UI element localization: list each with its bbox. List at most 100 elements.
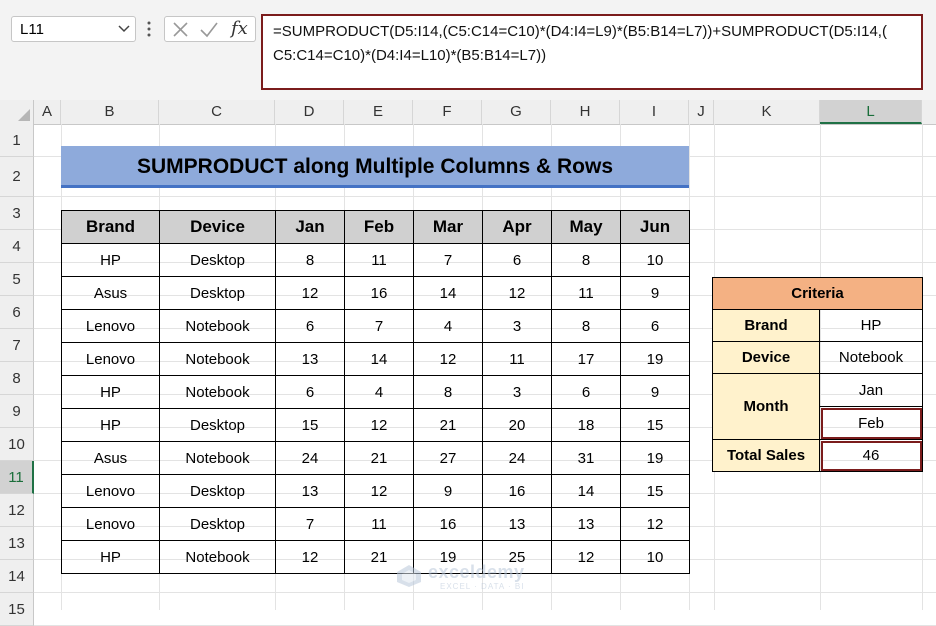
table-cell-mar[interactable]: 21 (413, 408, 483, 442)
table-cell-feb[interactable]: 11 (344, 507, 414, 541)
table-cell-brand[interactable]: HP (61, 540, 160, 574)
table-cell-jun[interactable]: 10 (620, 540, 690, 574)
table-cell-brand[interactable]: Lenovo (61, 342, 160, 376)
table-cell-mar[interactable]: 7 (413, 243, 483, 277)
table-cell-jun[interactable]: 15 (620, 408, 690, 442)
criteria-header[interactable]: Criteria (712, 277, 923, 310)
select-all-corner[interactable] (0, 100, 34, 124)
table-cell-feb[interactable]: 4 (344, 375, 414, 409)
table-cell-jan[interactable]: 15 (275, 408, 345, 442)
table-cell-device[interactable]: Notebook (159, 441, 276, 475)
brand-label[interactable]: Brand (712, 309, 820, 342)
worksheet-grid[interactable]: ABCDEFGHIJKL 1 2 3 4 5 6 7 8 9 10 11 12 13 14 15 SUMPR… (0, 100, 936, 626)
device-label[interactable]: Device (712, 341, 820, 374)
table-cell-jan[interactable]: 13 (275, 342, 345, 376)
table-cell-jan[interactable]: 7 (275, 507, 345, 541)
table-cell-brand[interactable]: HP (61, 408, 160, 442)
total-sales-label[interactable]: Total Sales (712, 439, 820, 472)
table-cell-mar[interactable]: 14 (413, 276, 483, 310)
table-cell-jan[interactable]: 24 (275, 441, 345, 475)
table-cell-device[interactable]: Desktop (159, 243, 276, 277)
name-box[interactable]: L11 (11, 16, 136, 42)
table-cell-mar[interactable]: 9 (413, 474, 483, 508)
table-cell-mar[interactable]: 27 (413, 441, 483, 475)
table-cell-jun[interactable]: 15 (620, 474, 690, 508)
formula-input[interactable]: =SUMPRODUCT(D5:I14,(C5:C14=C10)*(D4:I4=L… (261, 14, 923, 90)
table-cell-brand[interactable]: HP (61, 375, 160, 409)
month-value-1[interactable]: Jan (819, 373, 923, 407)
table-cell-may[interactable]: 17 (551, 342, 621, 376)
header-brand[interactable]: Brand (61, 210, 160, 244)
table-cell-mar[interactable]: 12 (413, 342, 483, 376)
table-cell-apr[interactable]: 13 (482, 507, 552, 541)
table-cell-brand[interactable]: Lenovo (61, 507, 160, 541)
column-header-c[interactable]: C (159, 100, 275, 124)
table-cell-feb[interactable]: 16 (344, 276, 414, 310)
column-header-h[interactable]: H (551, 100, 620, 124)
row-header-12[interactable]: 12 (0, 494, 34, 527)
table-cell-jun[interactable]: 19 (620, 441, 690, 475)
table-cell-device[interactable]: Notebook (159, 375, 276, 409)
table-cell-apr[interactable]: 20 (482, 408, 552, 442)
table-cell-jun[interactable]: 10 (620, 243, 690, 277)
table-cell-may[interactable]: 6 (551, 375, 621, 409)
column-header-g[interactable]: G (482, 100, 551, 124)
column-header-e[interactable]: E (344, 100, 413, 124)
column-header-b[interactable]: B (61, 100, 159, 124)
table-cell-apr[interactable]: 16 (482, 474, 552, 508)
brand-value[interactable]: HP (819, 309, 923, 342)
table-cell-feb[interactable]: 14 (344, 342, 414, 376)
table-cell-jan[interactable]: 13 (275, 474, 345, 508)
month-value-2[interactable]: Feb (819, 406, 923, 440)
row-header-5[interactable]: 5 (0, 263, 34, 296)
column-header-d[interactable]: D (275, 100, 344, 124)
table-cell-jan[interactable]: 12 (275, 276, 345, 310)
row-header-8[interactable]: 8 (0, 362, 34, 395)
table-cell-device[interactable]: Desktop (159, 276, 276, 310)
header-jan[interactable]: Jan (275, 210, 345, 244)
table-cell-device[interactable]: Notebook (159, 309, 276, 343)
table-cell-apr[interactable]: 6 (482, 243, 552, 277)
table-cell-may[interactable]: 12 (551, 540, 621, 574)
table-cell-may[interactable]: 13 (551, 507, 621, 541)
table-cell-brand[interactable]: Lenovo (61, 309, 160, 343)
table-cell-jan[interactable]: 6 (275, 375, 345, 409)
insert-function-button[interactable]: fx (231, 18, 248, 39)
table-cell-feb[interactable]: 12 (344, 474, 414, 508)
device-value[interactable]: Notebook (819, 341, 923, 374)
column-header-l[interactable]: L (820, 100, 922, 124)
table-cell-mar[interactable]: 8 (413, 375, 483, 409)
table-cell-jan[interactable]: 12 (275, 540, 345, 574)
table-cell-feb[interactable]: 12 (344, 408, 414, 442)
table-cell-apr[interactable]: 11 (482, 342, 552, 376)
column-header-i[interactable]: I (620, 100, 689, 124)
table-cell-apr[interactable]: 12 (482, 276, 552, 310)
table-cell-jun[interactable]: 19 (620, 342, 690, 376)
total-sales-value[interactable]: 46 (819, 439, 923, 472)
table-cell-brand[interactable]: Asus (61, 276, 160, 310)
header-feb[interactable]: Feb (344, 210, 414, 244)
table-cell-mar[interactable]: 4 (413, 309, 483, 343)
header-may[interactable]: May (551, 210, 621, 244)
table-cell-device[interactable]: Desktop (159, 408, 276, 442)
table-cell-brand[interactable]: Asus (61, 441, 160, 475)
table-cell-feb[interactable]: 21 (344, 441, 414, 475)
row-header-1[interactable]: 1 (0, 124, 34, 157)
table-cell-jun[interactable]: 6 (620, 309, 690, 343)
table-cell-may[interactable]: 14 (551, 474, 621, 508)
row-header-9[interactable]: 9 (0, 395, 34, 428)
enter-check-icon[interactable] (199, 21, 219, 39)
row-header-13[interactable]: 13 (0, 527, 34, 560)
row-header-4[interactable]: 4 (0, 230, 34, 263)
table-cell-may[interactable]: 8 (551, 243, 621, 277)
row-header-11[interactable]: 11 (0, 461, 34, 494)
table-cell-jan[interactable]: 8 (275, 243, 345, 277)
header-mar[interactable]: Mar (413, 210, 483, 244)
table-cell-may[interactable]: 11 (551, 276, 621, 310)
row-header-2[interactable]: 2 (0, 157, 34, 197)
row-header-14[interactable]: 14 (0, 560, 34, 593)
table-cell-jan[interactable]: 6 (275, 309, 345, 343)
row-header-6[interactable]: 6 (0, 296, 34, 329)
table-cell-apr[interactable]: 24 (482, 441, 552, 475)
chevron-down-icon[interactable] (117, 23, 131, 35)
